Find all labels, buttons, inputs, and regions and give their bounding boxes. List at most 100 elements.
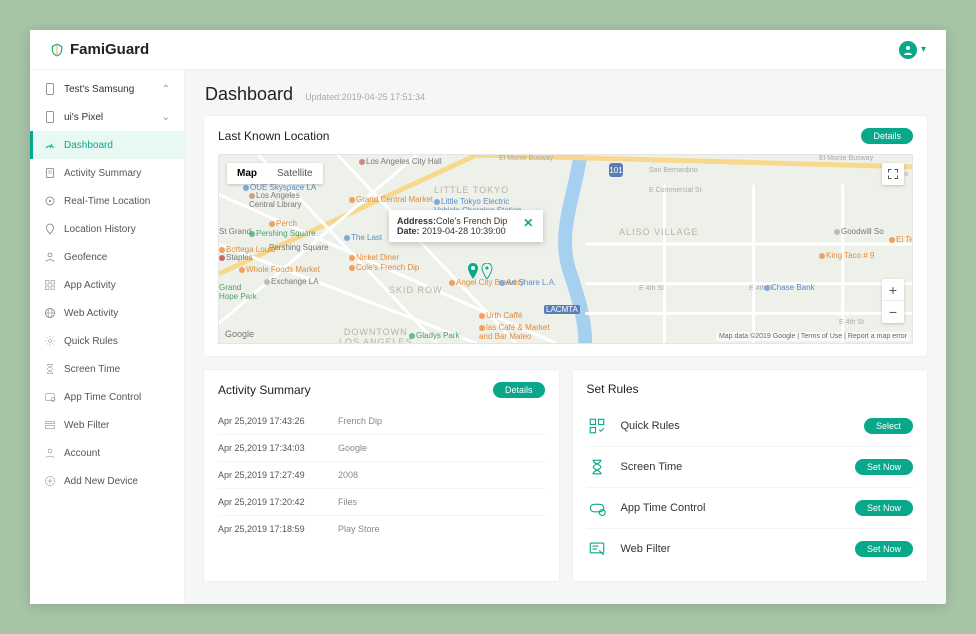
map-history-icon (44, 223, 56, 235)
map-mode-map[interactable]: Map (227, 163, 267, 184)
poi-central-library: Los Angeles Central Library (249, 191, 301, 209)
nav-label: App Time Control (64, 392, 141, 403)
device-row-uis-pixel[interactable]: ui's Pixel ⌄ (30, 103, 184, 131)
rule-row-screen-time: Screen Time Set Now (587, 447, 914, 488)
nav-label: Location History (64, 224, 136, 235)
fullscreen-icon (887, 168, 899, 180)
nav-app-time-control[interactable]: App Time Control (30, 383, 184, 411)
nav-dashboard[interactable]: Dashboard (30, 131, 184, 159)
nav-quick-rules[interactable]: Quick Rules (30, 327, 184, 355)
poi-staples: Staples (219, 253, 253, 262)
user-icon (44, 447, 56, 459)
grid-icon (44, 279, 56, 291)
device-row-test-samsung[interactable]: Test's Samsung ⌃ (30, 75, 184, 103)
geofence-icon (44, 251, 56, 263)
street-monte-1: El Monte Busway (499, 155, 553, 162)
device-name: Test's Samsung (64, 84, 134, 95)
web-filter-icon (587, 539, 607, 559)
district-little-tokyo: LITTLE TOKYO (434, 185, 509, 195)
nav-location-history[interactable]: Location History (30, 215, 184, 243)
app-time-icon (44, 391, 56, 403)
google-logo: Google (225, 329, 254, 339)
poi-king-taco: King Taco # 9 (819, 251, 874, 260)
district-skid-row: SKID ROW (389, 285, 443, 295)
app-window: FamiGuard ▾ Test's Samsung ⌃ ui's Pixel (30, 30, 946, 604)
location-card-title: Last Known Location (218, 129, 329, 143)
main-content: Dashboard Updated:2019-04-25 17:51:34 La… (185, 70, 946, 604)
page-title: Dashboard (205, 84, 293, 105)
chevron-down-icon: ⌄ (162, 112, 170, 123)
rule-label: Quick Rules (621, 420, 864, 432)
poi-pershing: Pershing Square (249, 229, 316, 238)
street-e4th-1: E 4th St (639, 285, 664, 292)
map[interactable]: Map Satellite + − Address:Cole's French … (218, 154, 913, 344)
fullscreen-button[interactable] (882, 163, 904, 185)
zoom-in-button[interactable]: + (882, 279, 904, 301)
activity-row: Apr 25,2019 17:27:492008 (218, 462, 545, 489)
rule-row-quick-rules: Quick Rules Select (587, 406, 914, 447)
street-sanbern: San Bernardino (649, 167, 698, 174)
poi-city-hall: Los Angeles City Hall (359, 157, 442, 166)
nav-screen-time[interactable]: Screen Time (30, 355, 184, 383)
nav-label: Add New Device (64, 476, 138, 487)
zoom-out-button[interactable]: − (882, 301, 904, 323)
rule-select-button[interactable]: Select (864, 418, 913, 434)
nav-label: Real-Time Location (64, 196, 150, 207)
poi-nickel: Nickel Diner (349, 253, 399, 262)
phone-icon (44, 111, 56, 123)
location-pin-icon (44, 195, 56, 207)
rule-row-web-filter: Web Filter Set Now (587, 529, 914, 569)
map-type-toggle[interactable]: Map Satellite (227, 163, 323, 184)
nav-label: App Activity (64, 280, 116, 291)
nav-account[interactable]: Account (30, 439, 184, 467)
location-pin-icon (467, 263, 479, 279)
map-mode-satellite[interactable]: Satellite (267, 163, 323, 184)
plus-circle-icon (44, 475, 56, 487)
nav-app-activity[interactable]: App Activity (30, 271, 184, 299)
poi-grand-hope: Grand Hope Park (219, 283, 257, 301)
rule-setnow-button[interactable]: Set Now (855, 459, 913, 475)
game-time-icon (587, 498, 607, 518)
rule-row-app-time: App Time Control Set Now (587, 488, 914, 529)
nav-activity-summary[interactable]: Activity Summary (30, 159, 184, 187)
street-e4th-2: E 4th St (749, 285, 774, 292)
poi-perch: Perch (269, 219, 297, 228)
location-card: Last Known Location Details (203, 115, 928, 357)
poi-gladys: Gladys Park (409, 331, 460, 340)
location-info-bubble: Address:Cole's French Dip Date: 2019-04-… (389, 210, 543, 242)
poi-pershing-sq: Pershing Square (269, 243, 329, 252)
chevron-down-icon: ▾ (921, 44, 926, 55)
location-details-button[interactable]: Details (861, 128, 913, 144)
brand-logo[interactable]: FamiGuard (50, 41, 149, 58)
nav-label: Geofence (64, 252, 107, 263)
map-attribution[interactable]: Map data ©2019 Google | Terms of Use | R… (716, 332, 910, 341)
nav-label: Screen Time (64, 364, 120, 375)
quick-rules-icon (587, 416, 607, 436)
phone-icon (44, 83, 56, 95)
activity-details-button[interactable]: Details (493, 382, 545, 398)
nav-realtime-location[interactable]: Real-Time Location (30, 187, 184, 215)
nav-web-activity[interactable]: Web Activity (30, 299, 184, 327)
hwy-101-shield: 101 (609, 163, 623, 177)
rule-setnow-button[interactable]: Set Now (855, 541, 913, 557)
poi-art-share: Art Share L.A. (499, 278, 556, 287)
poi-cafe-market: las Café & Market and Bar Mateo (479, 323, 550, 341)
address-label: Address: (397, 216, 436, 226)
nav-geofence[interactable]: Geofence (30, 243, 184, 271)
page-updated: Updated:2019-04-25 17:51:34 (305, 92, 425, 102)
nav-add-device[interactable]: Add New Device (30, 467, 184, 495)
activity-row: Apr 25,2019 17:34:03Google (218, 435, 545, 462)
close-icon[interactable]: ✕ (523, 216, 533, 230)
account-menu[interactable]: ▾ (899, 41, 926, 59)
location-pin-icon (481, 263, 493, 279)
poi-urth: Urth Caffé (479, 311, 522, 320)
device-name: ui's Pixel (64, 112, 103, 123)
nav-web-filter[interactable]: Web Filter (30, 411, 184, 439)
gauge-icon (44, 139, 56, 151)
street-monte-2: El Monte Busway (819, 155, 873, 162)
brand-name: FamiGuard (70, 41, 149, 58)
activity-row: Apr 25,2019 17:20:42Files (218, 489, 545, 516)
poi-whole-foods: Whole Foods Market (239, 265, 320, 274)
poi-coles: Cole's French Dip (349, 263, 419, 272)
rule-setnow-button[interactable]: Set Now (855, 500, 913, 516)
